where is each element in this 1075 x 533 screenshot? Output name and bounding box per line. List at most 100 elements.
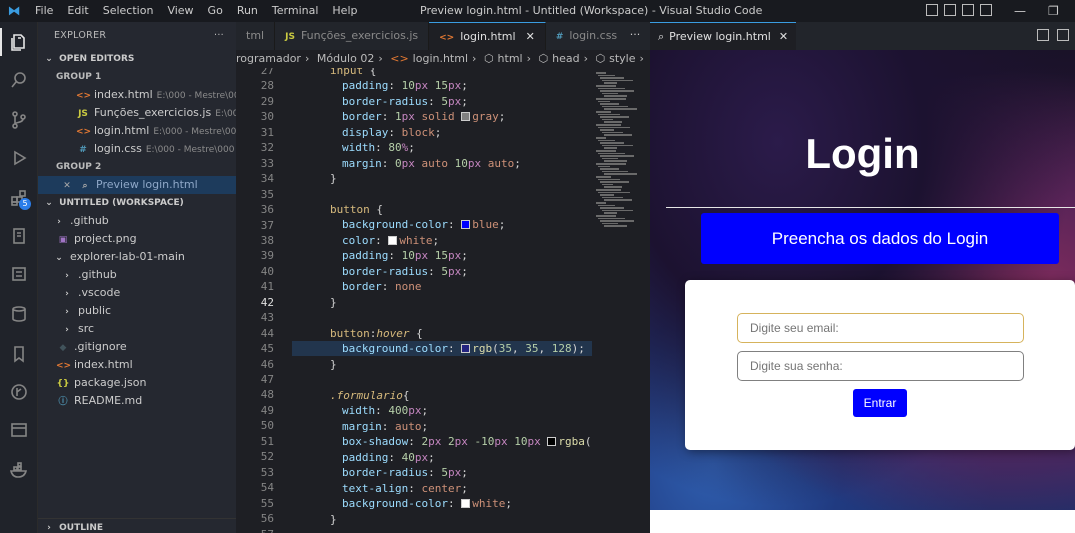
element-icon: ⬡ [483, 52, 494, 65]
breadcrumb-item[interactable]: Módulo 02 [317, 52, 374, 65]
tab-login-css[interactable]: # login.css [546, 22, 629, 50]
tab-close-icon[interactable]: ✕ [779, 30, 788, 43]
color-swatch[interactable] [547, 437, 557, 446]
docker-icon[interactable] [0, 456, 38, 484]
chevron-right-icon: › [65, 289, 69, 299]
email-field[interactable] [737, 313, 1024, 343]
open-editor-item[interactable]: # login.cssE:\000 - Mestre\000 - ... [38, 140, 236, 158]
code-line: width: 80%; [342, 141, 415, 154]
color-swatch[interactable] [461, 112, 471, 121]
tree-file[interactable]: ▣ project.png [38, 230, 236, 248]
open-editor-item-selected[interactable]: ✕ ⌕ Preview login.html [38, 176, 236, 194]
minimap-line [600, 181, 629, 183]
outline-section[interactable]: › OUTLINE [38, 518, 236, 533]
workspace-section[interactable]: ⌄ UNTITLED (WORKSPACE) [38, 194, 236, 212]
tree-folder[interactable]: › .github [38, 212, 236, 230]
source-control-icon[interactable] [0, 106, 38, 134]
extensions-icon[interactable]: 5 [0, 184, 38, 212]
color-swatch[interactable] [388, 236, 398, 245]
tree-folder[interactable]: ⌄ explorer-lab-01-main [38, 248, 236, 266]
restore-icon[interactable]: ❐ [1048, 0, 1059, 22]
menu-run[interactable]: Run [230, 0, 265, 22]
bookmark-icon[interactable] [0, 340, 38, 368]
notebook-icon[interactable] [0, 222, 38, 250]
explorer-header: EXPLORER ··· [38, 22, 236, 50]
tab-login-html[interactable]: <> login.html ✕ [429, 22, 546, 50]
open-editor-item[interactable]: JS Funções_exercicios.jsE:\000 - ... [38, 104, 236, 122]
tree-file[interactable]: ◆ .gitignore [38, 338, 236, 356]
menu-view[interactable]: View [160, 0, 200, 22]
customize-layout-icon[interactable] [980, 4, 992, 16]
remote-explorer-icon[interactable] [0, 416, 38, 444]
minimap-line [604, 160, 627, 162]
password-field[interactable] [737, 351, 1024, 381]
tree-file[interactable]: ⓘ README.md [38, 392, 236, 410]
search-icon[interactable] [0, 66, 38, 94]
minimap-line [598, 126, 630, 129]
code-area[interactable]: 27 28 29 30 31 32 33 34 35 36 37 38 39 40 41 42 43 44 45 46… [236, 68, 650, 533]
tree-folder[interactable]: › public [38, 302, 236, 320]
tree-folder[interactable]: › .github [38, 266, 236, 284]
code-line: color: white; [342, 234, 440, 247]
tab-funcoes-js[interactable]: JS Funções_exercicios.js [275, 22, 430, 50]
git-graph-icon[interactable] [0, 378, 38, 406]
line-number: 44 [260, 326, 274, 340]
database-icon[interactable] [0, 300, 38, 328]
menu-help[interactable]: Help [325, 0, 364, 22]
breadcrumb-item[interactable]: login.html [413, 52, 468, 65]
chevron-down-icon: ⌄ [45, 54, 53, 64]
minimap-line [600, 168, 619, 170]
toggle-sidebar-icon[interactable] [926, 4, 938, 16]
tree-folder[interactable]: › src [38, 320, 236, 338]
close-icon[interactable]: ✕ [60, 177, 74, 194]
open-editor-name: login.css [94, 142, 142, 155]
breadcrumb-item[interactable]: rogramador [236, 52, 301, 65]
minimap-line [596, 189, 621, 191]
open-editor-item[interactable]: <>index.htmlE:\000 - Mestre\000... [38, 86, 236, 104]
tab-preview-login[interactable]: ⌕ Preview login.html ✕ [650, 22, 797, 50]
tree-folder[interactable]: › .vscode [38, 284, 236, 302]
minimap-line [596, 215, 616, 217]
breadcrumb-item[interactable]: style [609, 52, 635, 65]
menu-edit[interactable]: Edit [60, 0, 95, 22]
open-editor-path: E:\000 - Mestre\000 - ... [145, 145, 236, 155]
html-file-icon: <> [439, 33, 455, 43]
login-button[interactable]: Entrar [853, 389, 907, 417]
menu-file[interactable]: File [28, 0, 60, 22]
explorer-icon[interactable] [0, 28, 38, 56]
menu-terminal[interactable]: Terminal [265, 0, 326, 22]
line-number: 56 [260, 512, 274, 526]
info-file-icon: ⓘ [58, 397, 68, 407]
breadcrumb-item[interactable]: head [552, 52, 579, 65]
open-editors-section[interactable]: ⌄ OPEN EDITORS [38, 50, 236, 68]
minimap-line [596, 72, 606, 74]
tab-close-icon[interactable]: ✕ [526, 30, 535, 43]
preview-tabs: ⌕ Preview login.html ✕ [650, 22, 1075, 50]
editor-more-icon[interactable]: ··· [620, 22, 650, 50]
color-swatch[interactable] [461, 220, 471, 229]
color-swatch[interactable] [461, 499, 471, 508]
minimap[interactable] [592, 68, 650, 533]
run-debug-icon[interactable] [0, 144, 38, 172]
breadcrumb-item[interactable]: html [498, 52, 523, 65]
split-editor-icon[interactable] [1057, 29, 1069, 41]
tree-file[interactable]: {} package.json [38, 374, 236, 392]
minimap-line [598, 152, 625, 155]
color-swatch[interactable] [461, 344, 471, 353]
tree-file[interactable]: <> index.html [38, 356, 236, 374]
toggle-panel-icon[interactable] [944, 4, 956, 16]
open-editor-item[interactable]: <>login.htmlE:\000 - Mestre\000 ... [38, 122, 236, 140]
explorer-more-icon[interactable]: ··· [214, 22, 224, 50]
menu-selection[interactable]: Selection [96, 0, 161, 22]
toggle-secondary-sidebar-icon[interactable] [962, 4, 974, 16]
minimap-line [602, 79, 633, 82]
minimize-icon[interactable]: — [1014, 0, 1026, 22]
testing-icon[interactable] [0, 260, 38, 288]
tab-index-html[interactable]: tml [236, 22, 276, 50]
open-to-side-icon[interactable] [1037, 29, 1049, 41]
divider [666, 207, 1075, 208]
code-line: } [330, 172, 337, 185]
chevron-right-icon: › [639, 52, 644, 65]
tab-label: tml [246, 29, 265, 42]
menu-go[interactable]: Go [201, 0, 230, 22]
